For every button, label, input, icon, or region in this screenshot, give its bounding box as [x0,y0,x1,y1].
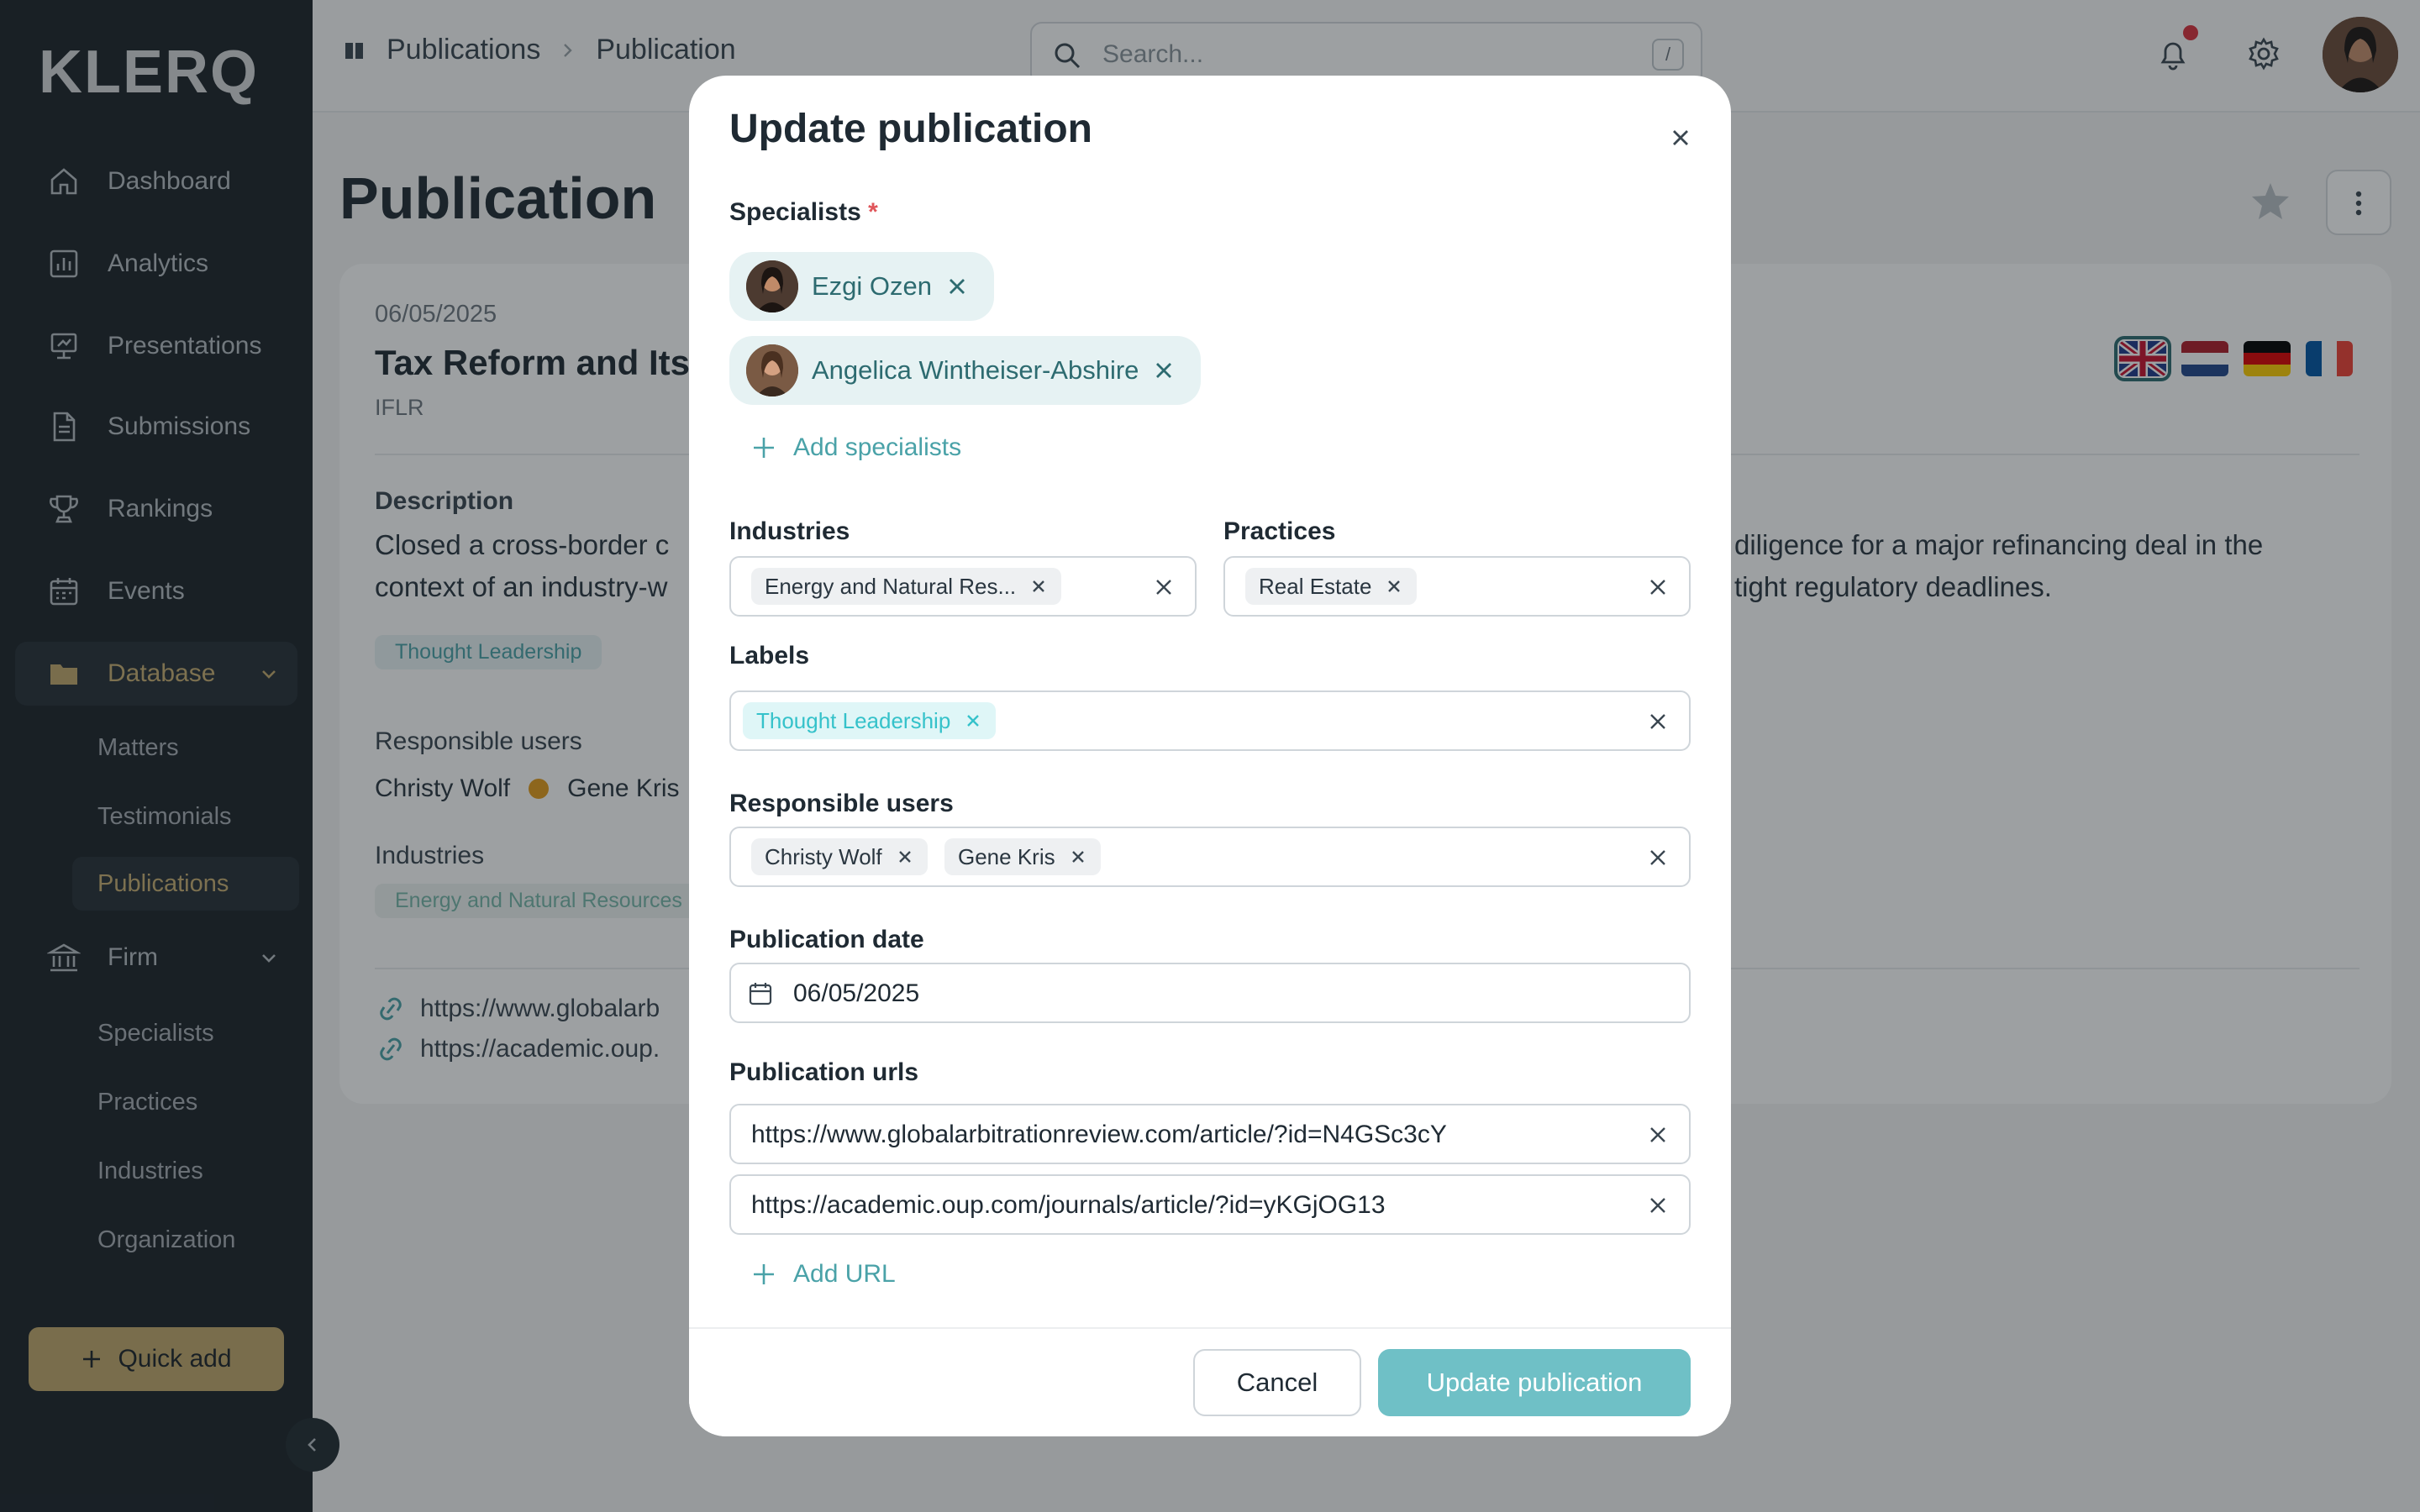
practices-select[interactable]: Real Estate [1223,556,1691,617]
labels-label: Labels [729,642,810,669]
responsible-users-label: Responsible users [729,790,954,817]
user-tag: Christy Wolf [751,838,928,875]
url-value: https://www.globalarbitrationreview.com/… [751,1121,1447,1148]
update-publication-button[interactable]: Update publication [1378,1349,1691,1416]
plus-icon [754,1264,774,1284]
cancel-button[interactable]: Cancel [1193,1349,1361,1416]
avatar [746,260,798,312]
url-input[interactable]: https://academic.oup.com/journals/articl… [729,1174,1691,1235]
remove-icon[interactable] [1069,848,1087,866]
update-publication-modal: Update publication Specialists * Ezgi Oz… [689,76,1731,1436]
responsible-users-select[interactable]: Christy Wolf Gene Kris [729,827,1691,887]
practices-label: Practices [1223,517,1336,545]
calendar-icon [749,983,772,1005]
remove-icon[interactable] [1385,577,1403,596]
add-specialists-button[interactable]: Add specialists [751,433,961,462]
add-url-button[interactable]: Add URL [751,1260,896,1289]
labels-select[interactable]: Thought Leadership [729,690,1691,751]
remove-icon[interactable] [1152,359,1176,382]
specialist-chip: Angelica Wintheiser-Abshire [729,336,1202,405]
publication-urls-label: Publication urls [729,1058,919,1086]
user-tag: Gene Kris [944,838,1101,875]
clear-icon[interactable] [1647,576,1669,598]
clear-icon[interactable] [1153,576,1175,598]
remove-icon[interactable] [1029,577,1048,596]
clear-icon[interactable] [1647,1124,1669,1146]
close-icon[interactable] [1664,121,1697,155]
remove-icon[interactable] [896,848,914,866]
date-value: 06/05/2025 [793,979,920,1007]
publication-date-label: Publication date [729,926,924,953]
modal-title: Update publication [729,107,1092,151]
clear-icon[interactable] [1647,847,1669,869]
industry-tag: Energy and Natural Res... [751,568,1062,605]
avatar [746,344,798,396]
specialist-name: Ezgi Ozen [812,271,933,301]
practice-tag: Real Estate [1245,568,1418,605]
url-input[interactable]: https://www.globalarbitrationreview.com/… [729,1104,1691,1164]
industries-select[interactable]: Energy and Natural Res... [729,556,1197,617]
clear-icon[interactable] [1647,711,1669,732]
url-value: https://academic.oup.com/journals/articl… [751,1191,1386,1219]
label-tag: Thought Leadership [743,702,997,739]
industries-label: Industries [729,517,850,545]
remove-icon[interactable] [945,275,969,298]
plus-icon [754,438,774,458]
remove-icon[interactable] [964,711,982,730]
specialists-label: Specialists * [729,198,878,226]
clear-icon[interactable] [1647,1194,1669,1216]
specialist-chip: Ezgi Ozen [729,252,995,321]
publication-date-input[interactable]: 06/05/2025 [729,963,1691,1023]
specialist-name: Angelica Wintheiser-Abshire [812,355,1139,385]
